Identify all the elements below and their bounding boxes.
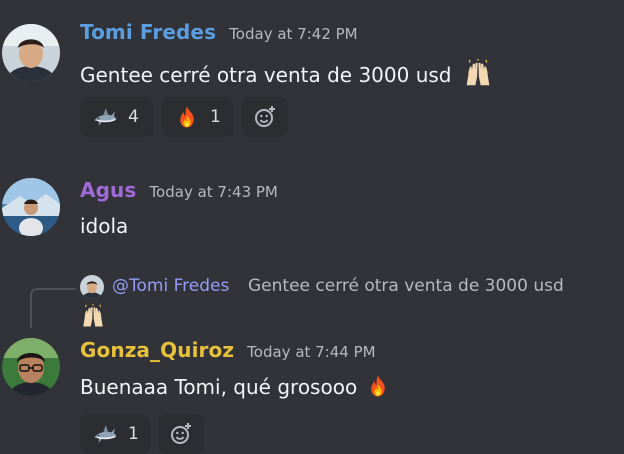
message-timestamp: Today at 7:44 PM (247, 343, 376, 361)
reply-avatar (80, 275, 104, 299)
reaction-bar: 1 (80, 414, 204, 454)
fire-emoji (175, 105, 199, 129)
avatar-agus[interactable] (2, 178, 60, 236)
reaction-count: 1 (128, 424, 139, 444)
avatar-tomi[interactable] (2, 24, 60, 82)
add-reaction-button[interactable] (242, 97, 288, 137)
author-name[interactable]: Tomi Fredes (80, 20, 216, 44)
raised-hands-emoji (80, 304, 106, 328)
shark-emoji (92, 421, 118, 447)
author-name[interactable]: Gonza_Quiroz (80, 338, 234, 362)
reaction-count: 4 (128, 107, 139, 127)
message-text: Gentee cerré otra venta de 3000 usd (80, 63, 452, 87)
shark-emoji (92, 104, 118, 130)
reaction-count: 1 (210, 107, 221, 127)
message-text: idola (80, 214, 129, 238)
reaction-shark[interactable]: 4 (80, 97, 154, 137)
message-timestamp: Today at 7:43 PM (149, 183, 278, 201)
message-content: Buenaaa Tomi, qué grosooo (80, 373, 390, 399)
add-reaction-button[interactable] (158, 414, 204, 454)
avatar-gonza[interactable] (2, 338, 60, 396)
add-reaction-icon (253, 105, 277, 129)
raised-hands-emoji (464, 59, 492, 87)
message-text: Buenaaa Tomi, qué grosooo (80, 375, 358, 399)
fire-emoji (366, 373, 390, 399)
author-name[interactable]: Agus (80, 178, 136, 202)
reply-mention[interactable]: @Tomi Fredes (112, 276, 229, 296)
message-content: Gentee cerré otra venta de 3000 usd (80, 59, 492, 87)
add-reaction-icon (169, 422, 193, 446)
reply-preview-text[interactable]: Gentee cerré otra venta de 3000 usd (248, 276, 564, 296)
reaction-fire[interactable]: 1 (162, 97, 234, 137)
reply-connector (30, 288, 76, 328)
reaction-shark[interactable]: 1 (80, 414, 150, 454)
message-timestamp: Today at 7:42 PM (229, 25, 358, 43)
reaction-bar: 4 1 (80, 97, 288, 137)
